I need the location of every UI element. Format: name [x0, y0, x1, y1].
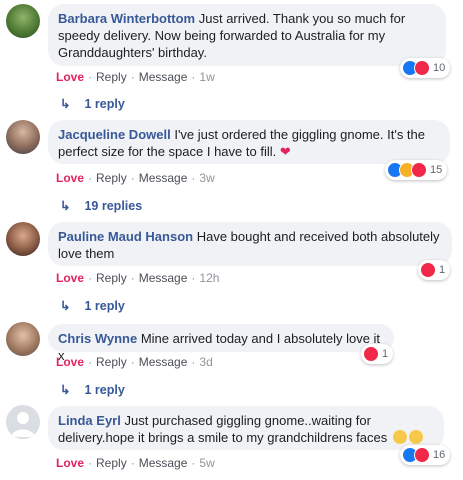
comment-bubble: Pauline Maud Hanson Have bought and rece…: [48, 222, 452, 266]
comment-bubble: Jacqueline Dowell I've just ordered the …: [48, 120, 450, 164]
message-button[interactable]: Message: [139, 70, 188, 84]
view-replies-link[interactable]: ↳ 1 reply: [60, 382, 125, 397]
message-button[interactable]: Message: [139, 171, 188, 185]
love-icon: [420, 262, 436, 278]
comment-actions: Love · Reply · Message · 3d: [56, 355, 213, 369]
laugh-emoji: [408, 430, 423, 444]
comment-time[interactable]: 5w: [199, 456, 214, 470]
comment-author[interactable]: Chris Wynne: [58, 331, 137, 346]
reply-arrow-icon: ↳: [60, 383, 71, 397]
comment-actions: Love · Reply · Message · 3w: [56, 171, 215, 185]
heart-emoji: ❤: [279, 144, 291, 159]
love-button[interactable]: Love: [56, 271, 84, 285]
love-icon: [411, 162, 427, 178]
reaction-count: 1: [382, 348, 389, 360]
message-button[interactable]: Message: [139, 271, 188, 285]
comment-actions: Love · Reply · Message · 12h: [56, 271, 220, 285]
reply-button[interactable]: Reply: [96, 456, 127, 470]
avatar[interactable]: [6, 222, 40, 256]
comment-actions: Love · Reply · Message · 5w: [56, 456, 215, 470]
love-icon: [414, 60, 430, 76]
comment-author[interactable]: Pauline Maud Hanson: [58, 229, 193, 244]
reply-button[interactable]: Reply: [96, 171, 127, 185]
love-icon: [363, 346, 379, 362]
reply-arrow-icon: ↳: [60, 97, 71, 111]
comment-author[interactable]: Barbara Winterbottom: [58, 11, 195, 26]
avatar[interactable]: [6, 322, 40, 356]
message-button[interactable]: Message: [139, 355, 188, 369]
comment-author[interactable]: Jacqueline Dowell: [58, 127, 171, 142]
default-avatar-icon: [11, 412, 35, 437]
comment-actions: Love · Reply · Message · 1w: [56, 70, 215, 84]
grin-emoji: [392, 430, 407, 444]
comment-bubble: Linda Eyrl Just purchased giggling gnome…: [48, 406, 444, 450]
avatar[interactable]: [6, 4, 40, 38]
comment-author[interactable]: Linda Eyrl: [58, 413, 121, 428]
reaction-summary[interactable]: 1: [361, 344, 394, 364]
comment-bubble: Barbara Winterbottom Just arrived. Thank…: [48, 4, 446, 66]
reaction-summary[interactable]: 1: [418, 260, 451, 280]
reaction-count: 16: [433, 449, 446, 461]
reply-button[interactable]: Reply: [96, 355, 127, 369]
comment-bubble: Chris Wynne Mine arrived today and I abs…: [48, 324, 394, 363]
reaction-count: 10: [433, 62, 446, 74]
reaction-summary[interactable]: 16: [400, 445, 451, 465]
view-replies-link[interactable]: ↳ 1 reply: [60, 298, 125, 313]
view-replies-link[interactable]: ↳ 1 reply: [60, 96, 125, 111]
reaction-summary[interactable]: 10: [400, 58, 451, 78]
love-icon: [414, 447, 430, 463]
reply-arrow-icon: ↳: [60, 199, 71, 213]
love-button[interactable]: Love: [56, 456, 84, 470]
comment-time[interactable]: 3d: [199, 355, 212, 369]
reply-button[interactable]: Reply: [96, 271, 127, 285]
comment-time[interactable]: 12h: [199, 271, 219, 285]
love-button[interactable]: Love: [56, 70, 84, 84]
view-replies-link[interactable]: ↳ 19 replies: [60, 198, 142, 213]
message-button[interactable]: Message: [139, 456, 188, 470]
reply-arrow-icon: ↳: [60, 299, 71, 313]
love-button[interactable]: Love: [56, 171, 84, 185]
love-button[interactable]: Love: [56, 355, 84, 369]
avatar[interactable]: [6, 120, 40, 154]
reaction-count: 1: [439, 264, 446, 276]
comment-time[interactable]: 3w: [199, 171, 214, 185]
comment-time[interactable]: 1w: [199, 70, 214, 84]
reaction-summary[interactable]: 15: [385, 160, 448, 180]
avatar[interactable]: [6, 405, 40, 439]
reaction-count: 15: [430, 164, 443, 176]
reply-button[interactable]: Reply: [96, 70, 127, 84]
